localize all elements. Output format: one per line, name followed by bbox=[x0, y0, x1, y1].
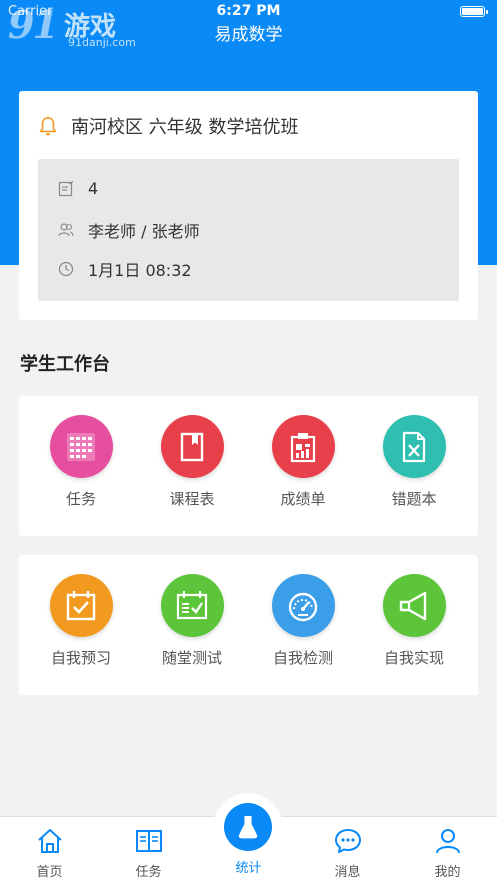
teachers: 李老师 / 张老师 bbox=[88, 222, 200, 241]
grid-label: 自我预习 bbox=[50, 649, 111, 667]
home-icon bbox=[37, 829, 62, 853]
tab-profile[interactable]: 我的 bbox=[398, 817, 497, 883]
workbench-card-1: 任务 课程表 成绩单 错题本 bbox=[19, 396, 478, 536]
class-card[interactable]: 南河校区 六年级 数学培优班 4 李老师 / 张老师 1月1日 08:32 bbox=[19, 91, 478, 320]
tab-label: 消息 bbox=[334, 865, 361, 880]
tab-label: 任务 bbox=[135, 865, 162, 880]
grid-label: 任务 bbox=[65, 490, 96, 508]
calendar-grid-icon bbox=[49, 415, 113, 478]
megaphone-icon bbox=[382, 574, 446, 637]
class-header: 南河校区 六年级 数学培优班 bbox=[39, 113, 298, 139]
grid-label: 成绩单 bbox=[280, 490, 326, 508]
grid-item-self-realization[interactable]: 自我实现 bbox=[369, 574, 459, 668]
chat-icon bbox=[334, 829, 361, 853]
grid-item-mistakes[interactable]: 错题本 bbox=[369, 415, 459, 509]
lesson-count-row: 4 bbox=[58, 179, 98, 198]
speedometer-icon bbox=[271, 574, 335, 637]
tab-label: 首页 bbox=[36, 865, 63, 880]
calendar-list-check-icon bbox=[160, 574, 224, 637]
bookmark-book-icon bbox=[160, 415, 224, 478]
excel-file-icon bbox=[382, 415, 446, 478]
class-name: 南河校区 六年级 数学培优班 bbox=[71, 117, 299, 138]
class-time: 1月1日 08:32 bbox=[88, 261, 192, 280]
calendar-check-icon bbox=[49, 574, 113, 637]
grid-item-self-preview[interactable]: 自我预习 bbox=[36, 574, 126, 668]
section-title-workbench: 学生工作台 bbox=[20, 354, 110, 375]
grid-item-self-check[interactable]: 自我检测 bbox=[258, 574, 348, 668]
grid-label: 随堂测试 bbox=[161, 649, 222, 667]
tab-stats[interactable] bbox=[224, 803, 272, 851]
tab-label-stats: 统计 bbox=[235, 861, 262, 876]
grid-label: 自我实现 bbox=[383, 649, 444, 667]
bell-icon bbox=[39, 116, 57, 136]
clock-icon bbox=[58, 261, 74, 277]
people-icon bbox=[58, 223, 74, 237]
lesson-count: 4 bbox=[88, 179, 99, 198]
book-icon bbox=[135, 830, 162, 852]
grid-label: 课程表 bbox=[169, 490, 215, 508]
clipboard-chart-icon bbox=[271, 415, 335, 478]
workbench-card-2: 自我预习 随堂测试 自我检测 自我实现 bbox=[19, 555, 478, 695]
time-row: 1月1日 08:32 bbox=[58, 257, 192, 281]
edit-icon bbox=[58, 180, 74, 196]
user-icon bbox=[435, 829, 460, 854]
grid-item-class-test[interactable]: 随堂测试 bbox=[147, 574, 237, 668]
grid-item-schedule[interactable]: 课程表 bbox=[147, 415, 237, 509]
grid-label: 自我检测 bbox=[272, 649, 333, 667]
tab-tasks[interactable]: 任务 bbox=[99, 817, 198, 883]
grid-item-tasks[interactable]: 任务 bbox=[36, 415, 126, 509]
class-info-panel: 4 李老师 / 张老师 1月1日 08:32 bbox=[38, 159, 459, 301]
flask-icon bbox=[238, 816, 258, 839]
page-title: 易成数学 bbox=[214, 25, 283, 45]
grid-label: 错题本 bbox=[391, 490, 437, 508]
grid-item-report[interactable]: 成绩单 bbox=[258, 415, 348, 509]
tab-home[interactable]: 首页 bbox=[0, 817, 99, 883]
tab-label: 我的 bbox=[434, 865, 461, 880]
battery-icon bbox=[460, 6, 488, 17]
tab-messages[interactable]: 消息 bbox=[298, 817, 397, 883]
teachers-row: 李老师 / 张老师 bbox=[58, 218, 200, 242]
